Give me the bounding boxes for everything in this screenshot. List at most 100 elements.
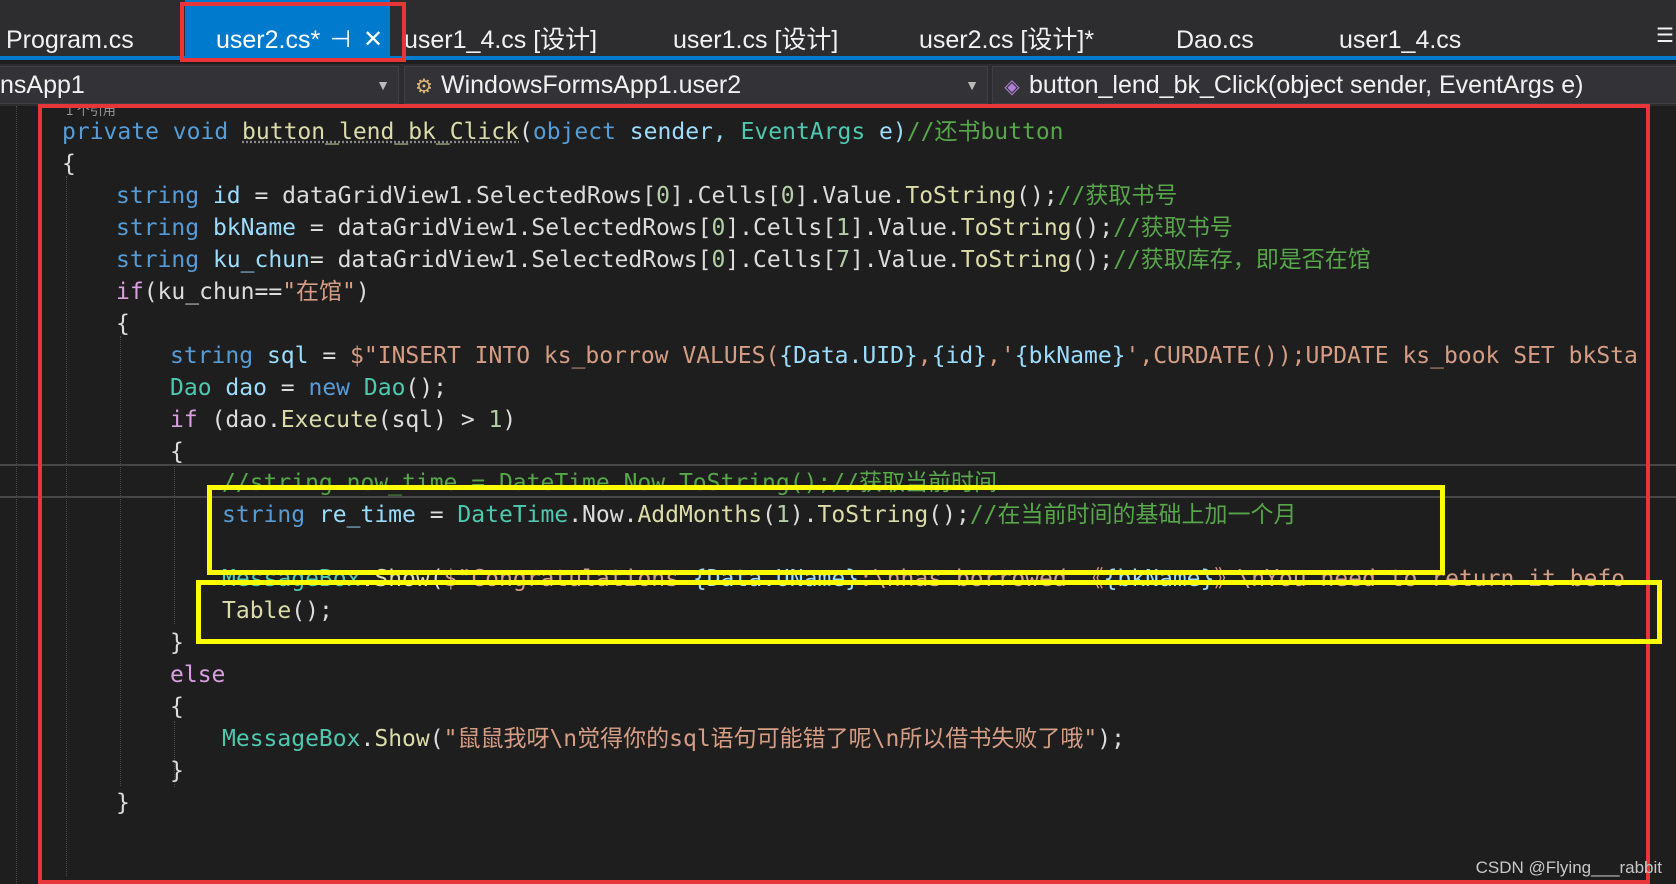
code-line-else[interactable]: else (170, 658, 225, 692)
code-line-get-id[interactable]: string id = dataGridView1.SelectedRows[0… (116, 179, 1177, 213)
code-line-method-signature[interactable]: private void button_lend_bk_Click(object… (62, 115, 1064, 149)
token-punct: { (62, 151, 76, 177)
chevron-down-icon: ▼ (376, 77, 390, 93)
code-line-table-call[interactable]: Table(); (222, 594, 333, 628)
code-line-get-stock[interactable]: string ku_chun= dataGridView1.SelectedRo… (116, 243, 1371, 277)
token-keyword: void (172, 119, 229, 145)
token-code: ].Cells[ (725, 247, 837, 273)
tab-overflow-icon[interactable]: ☰ (1654, 26, 1676, 46)
token-variable: id (199, 183, 241, 209)
token-punct: ); (1097, 726, 1125, 752)
document-tab-bar: Program.cs user2.cs* ⊣ ✕ user1_4.cs [设计]… (0, 0, 1676, 60)
token-comment: //获取书号 (1113, 215, 1233, 241)
token-code: = dataGridView1.SelectedRows[ (296, 215, 712, 241)
token-code: = (266, 375, 309, 401)
code-line-brace[interactable]: { (170, 435, 184, 469)
token-punct: ( (519, 119, 533, 145)
token-comment: //获取书号 (1057, 183, 1178, 209)
token-method: ToString (960, 247, 1072, 273)
token-punct: ) (502, 407, 517, 433)
token-punct: ( (429, 566, 444, 592)
code-line-get-bkname[interactable]: string bkName = dataGridView1.SelectedRo… (116, 211, 1233, 245)
project-dropdown[interactable]: nsApp1 ▼ (0, 66, 399, 104)
token-keyword: if (170, 407, 198, 433)
token-keyword: string (116, 247, 200, 273)
tab-program-cs[interactable]: Program.cs (6, 0, 134, 56)
token-interp: {Data.UName} (692, 566, 860, 592)
token-code: (ku_chun== (143, 279, 283, 305)
token-variable: ku_chun (199, 247, 310, 273)
token-code: (); (928, 502, 970, 528)
code-line-brace[interactable]: { (116, 307, 130, 341)
token-punct: { (170, 694, 184, 720)
code-line-messagebox-success[interactable]: MessageBox.Show($"Congratulations {Data.… (222, 562, 1625, 596)
token-type: MessageBox (222, 726, 361, 752)
token-string: :\nhas borrowed 《 (859, 566, 1104, 592)
token-keyword: string (222, 502, 306, 528)
token-variable: bkName (199, 215, 297, 241)
token-string: "在馆" (282, 279, 356, 305)
token-variable: re_time (305, 502, 416, 528)
class-icon: ⚙ (415, 76, 433, 98)
token-keyword: private (62, 119, 159, 145)
token-punct: ( (429, 726, 444, 752)
tab-user1-4-cs[interactable]: user1_4.cs (1339, 0, 1461, 56)
token-param: e) (865, 119, 907, 145)
watermark: CSDN @Flying___rabbit (1475, 858, 1662, 877)
token-punct: (); (405, 375, 447, 401)
token-code: (dao. (197, 407, 281, 433)
code-line-brace[interactable]: } (116, 786, 130, 820)
code-line-return-time[interactable]: string re_time = DateTime.Now.AddMonths(… (222, 498, 1297, 532)
code-line-if-execute[interactable]: if (dao.Execute(sql) > 1) (170, 403, 516, 437)
token-method: Table (222, 598, 292, 624)
tab-label: user2.cs [设计]* (919, 26, 1095, 54)
code-line-brace[interactable]: { (62, 147, 76, 181)
token-number: 1 (775, 502, 790, 528)
token-method: Show (374, 566, 430, 592)
class-dropdown[interactable]: ⚙ WindowsFormsApp1.user2 ▼ (404, 66, 988, 104)
member-dropdown[interactable]: ◈ button_lend_bk_Click(object sender, Eve… (992, 66, 1676, 104)
token-code: = (415, 502, 458, 528)
indent-guide (66, 176, 67, 876)
code-editor[interactable]: 1 个引用 private void button_lend_bk_Click(… (0, 106, 1676, 884)
token-keyword: string (170, 343, 254, 369)
token-number: 0 (711, 247, 726, 273)
token-punct: ) (355, 279, 370, 305)
token-punct: } (116, 790, 130, 816)
code-line-brace[interactable]: } (170, 626, 184, 660)
token-code: ].Cells[ (725, 215, 837, 241)
token-code: = dataGridView1.SelectedRows[ (240, 183, 657, 209)
tab-user1-cs-design[interactable]: user1.cs [设计] (673, 0, 838, 56)
code-line-messagebox-failure[interactable]: MessageBox.Show("鼠鼠我呀\n觉得你的sql语句可能错了呢\n所… (222, 722, 1125, 756)
token-type: Dao (350, 375, 406, 401)
tab-user1-4-cs-design[interactable]: user1_4.cs [设计] (404, 0, 597, 56)
token-code: = (308, 343, 351, 369)
token-string: $"Congratulations (443, 566, 693, 592)
token-code: ].Value. (794, 183, 906, 209)
token-interp: {id} (931, 343, 988, 369)
token-code: (sql) > (377, 407, 489, 433)
tab-user2-cs[interactable]: user2.cs* ⊣ ✕ (185, 0, 390, 56)
token-keyword: object (532, 119, 616, 145)
token-method-name: button_lend_bk_Click (242, 119, 519, 145)
token-code: .Now. (568, 502, 638, 528)
token-comment: //获取库存，即是否在馆 (1113, 247, 1371, 273)
token-string: ,' (987, 343, 1015, 369)
token-method: Execute (280, 407, 378, 433)
token-punct: { (170, 439, 184, 465)
tab-dao-cs[interactable]: Dao.cs (1176, 0, 1254, 56)
tab-user2-cs-design[interactable]: user2.cs [设计]* (919, 0, 1094, 56)
member-name: button_lend_bk_Click(object sender, Even… (1029, 71, 1584, 99)
code-line-new-dao[interactable]: Dao dao = new Dao(); (170, 371, 447, 405)
code-line-commented-now-time[interactable]: //string now_time = DateTime.Now.ToStrin… (222, 466, 997, 500)
code-line-sql[interactable]: string sql = $"INSERT INTO ks_borrow VAL… (170, 339, 1638, 373)
tab-label: user1_4.cs [设计] (404, 26, 598, 54)
code-line-if-in-library[interactable]: if(ku_chun=="在馆") (116, 275, 370, 309)
token-string: "鼠鼠我呀\n觉得你的sql语句可能错了呢\n所以借书失败了哦" (443, 726, 1098, 752)
token-comment: //string now_time = DateTime.Now.ToStrin… (222, 470, 997, 496)
method-icon: ◈ (1004, 76, 1020, 98)
code-line-brace[interactable]: { (170, 690, 184, 724)
code-line-brace[interactable]: } (170, 754, 184, 788)
token-keyword: string (116, 215, 200, 241)
navigation-bar: nsApp1 ▼ ⚙ WindowsFormsApp1.user2 ▼ ◈ butt… (0, 64, 1676, 106)
